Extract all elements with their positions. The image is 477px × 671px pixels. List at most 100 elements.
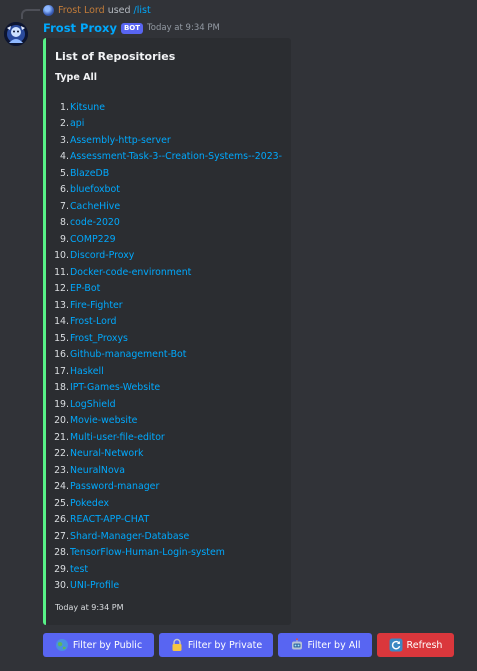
- repository-link[interactable]: CacheHive: [70, 201, 120, 212]
- repository-list-item: 9. COMP229: [52, 231, 282, 248]
- repository-number: 27.: [54, 530, 69, 542]
- reply-command[interactable]: /list: [134, 5, 151, 16]
- repository-list-item: 14. Frost-Lord: [52, 314, 282, 331]
- repository-number: 7.: [60, 200, 69, 212]
- repository-link[interactable]: COMP229: [70, 234, 116, 245]
- repository-number: 26.: [54, 514, 69, 526]
- repository-link[interactable]: Multi-user-file-editor: [70, 432, 165, 443]
- repository-list-item: 30. UNI-Profile: [52, 578, 282, 595]
- repository-number: 22.: [54, 448, 69, 460]
- repository-number: 29.: [54, 563, 69, 575]
- robot-icon: [291, 638, 302, 650]
- repository-link[interactable]: Fire-Fighter: [70, 300, 123, 311]
- repository-list-item: 25. Pokedex: [52, 495, 282, 512]
- command-reply-line[interactable]: Frost Lord used /list: [43, 3, 151, 17]
- repository-number: 23.: [54, 464, 69, 476]
- embed-subtitle: Type All: [55, 72, 97, 83]
- repository-number: 9.: [60, 233, 69, 245]
- repository-number: 4.: [60, 151, 69, 163]
- author-name[interactable]: Frost Proxy: [43, 21, 117, 35]
- repository-number: 15.: [54, 332, 69, 344]
- filter-private-label: Filter by Private: [187, 639, 263, 651]
- repository-link[interactable]: TensorFlow-Human-Login-system: [70, 547, 225, 558]
- filter-all-button[interactable]: Filter by All: [278, 633, 372, 657]
- refresh-label: Refresh: [406, 639, 443, 651]
- discord-channel: Frost Lord used /list Frost Proxy BOT To…: [0, 0, 477, 671]
- repository-list-item: 29. test: [52, 561, 282, 578]
- repository-list: 1. Kitsune 2. api 3. Assembly-http-server 4. As…: [52, 99, 282, 594]
- repository-link[interactable]: EP-Bot: [70, 283, 100, 294]
- lock-icon: [172, 638, 182, 651]
- bot-badge: BOT: [120, 22, 144, 34]
- filter-public-button[interactable]: Filter by Public: [43, 633, 154, 657]
- filter-private-button[interactable]: Filter by Private: [159, 633, 273, 657]
- refresh-button[interactable]: Refresh: [377, 633, 454, 657]
- repository-list-item: 10. Discord-Proxy: [52, 248, 282, 265]
- repository-number: 19.: [54, 398, 69, 410]
- repository-number: 11.: [54, 266, 69, 278]
- repository-number: 18.: [54, 382, 69, 394]
- globe-icon: [55, 639, 68, 651]
- repository-number: 5.: [60, 167, 69, 179]
- repository-list-item: 7. CacheHive: [52, 198, 282, 215]
- reply-username[interactable]: Frost Lord: [58, 5, 105, 16]
- repository-link[interactable]: Assessment-Task-3--Creation-Systems--202…: [70, 151, 282, 162]
- repository-list-item: 24. Password-manager: [52, 479, 282, 496]
- repository-link[interactable]: Frost-Lord: [70, 316, 116, 327]
- repository-link[interactable]: REACT-APP-CHAT: [70, 514, 149, 525]
- repository-list-item: 21. Multi-user-file-editor: [52, 429, 282, 446]
- repository-link[interactable]: code-2020: [70, 217, 120, 228]
- repository-link[interactable]: Movie-website: [70, 415, 137, 426]
- repository-number: 30.: [54, 580, 69, 592]
- embed-title: List of Repositories: [55, 50, 176, 63]
- repository-link[interactable]: Pokedex: [70, 498, 109, 509]
- repository-list-item: 12. EP-Bot: [52, 281, 282, 298]
- repository-link[interactable]: Shard-Manager-Database: [70, 531, 189, 542]
- embed-footer-timestamp: Today at 9:34 PM: [55, 603, 124, 612]
- repository-embed: List of Repositories Type All 1. Kitsune 2…: [43, 38, 291, 625]
- message-header: Frost Proxy BOT Today at 9:34 PM: [43, 20, 220, 36]
- repository-link[interactable]: api: [70, 118, 84, 129]
- reply-user-avatar[interactable]: [43, 4, 54, 16]
- avatar-image: [4, 22, 28, 46]
- message-timestamp: Today at 9:34 PM: [147, 23, 220, 33]
- repository-list-item: 2. api: [52, 116, 282, 133]
- repository-list-item: 19. LogShield: [52, 396, 282, 413]
- repository-number: 21.: [54, 431, 69, 443]
- repository-number: 3.: [60, 134, 69, 146]
- bot-avatar[interactable]: [4, 22, 28, 46]
- repository-number: 24.: [54, 481, 69, 493]
- repository-list-item: 26. REACT-APP-CHAT: [52, 512, 282, 529]
- repository-number: 14.: [54, 316, 69, 328]
- repository-link[interactable]: NeuralNova: [70, 465, 125, 476]
- repository-link[interactable]: Haskell: [70, 366, 104, 377]
- repository-link[interactable]: Github-management-Bot: [70, 349, 186, 360]
- repository-list-item: 27. Shard-Manager-Database: [52, 528, 282, 545]
- repository-number: 25.: [54, 497, 69, 509]
- repository-link[interactable]: Neural-Network: [70, 448, 143, 459]
- repository-list-item: 15. Frost_Proxys: [52, 330, 282, 347]
- repository-link[interactable]: LogShield: [70, 399, 116, 410]
- repository-link[interactable]: Docker-code-environment: [70, 267, 191, 278]
- repository-link[interactable]: UNI-Profile: [70, 580, 119, 591]
- repository-list-item: 13. Fire-Fighter: [52, 297, 282, 314]
- repository-link[interactable]: Discord-Proxy: [70, 250, 134, 261]
- repository-number: 1.: [60, 101, 69, 113]
- repository-link[interactable]: IPT-Games-Website: [70, 382, 160, 393]
- repository-number: 13.: [54, 299, 69, 311]
- repository-link[interactable]: Assembly-http-server: [70, 135, 171, 146]
- reply-connector: [21, 9, 40, 19]
- repository-link[interactable]: BlazeDB: [70, 168, 109, 179]
- filter-public-label: Filter by Public: [72, 639, 143, 651]
- repository-link[interactable]: test: [70, 564, 88, 575]
- repository-link[interactable]: Kitsune: [70, 102, 105, 113]
- repository-list-item: 3. Assembly-http-server: [52, 132, 282, 149]
- repository-number: 2.: [60, 118, 69, 130]
- repository-list-item: 28. TensorFlow-Human-Login-system: [52, 545, 282, 562]
- repository-link[interactable]: Password-manager: [70, 481, 159, 492]
- repository-list-item: 16. Github-management-Bot: [52, 347, 282, 364]
- repository-number: 12.: [54, 283, 69, 295]
- repository-link[interactable]: Frost_Proxys: [70, 333, 128, 344]
- action-row: Filter by Public Filter by Private Filte…: [43, 633, 454, 657]
- repository-link[interactable]: bluefoxbot: [70, 184, 120, 195]
